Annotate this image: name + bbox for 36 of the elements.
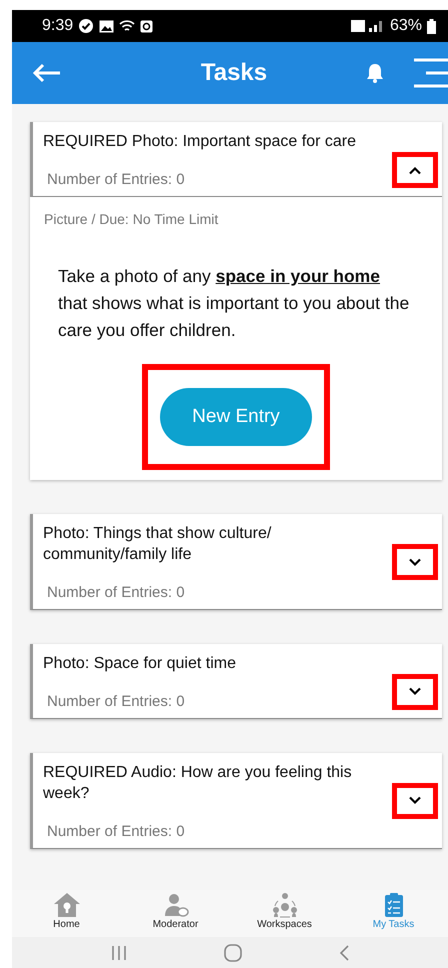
page-title: Tasks — [200, 59, 268, 87]
back-arrow-icon[interactable] — [32, 63, 62, 83]
entries-count: Number of Entries: 0 — [46, 584, 186, 601]
task-meta: Picture / Due: No Time Limit — [44, 211, 220, 227]
entries-count: Number of Entries: 0 — [46, 822, 186, 840]
chevron-toggle[interactable] — [392, 152, 438, 188]
clock-text: 9:39 — [42, 17, 74, 35]
image-icon — [99, 20, 114, 32]
task-title: Photo: Space for quiet time — [43, 654, 237, 674]
entries-count: Number of Entries: 0 — [46, 692, 186, 710]
chevron-down-icon — [408, 796, 422, 806]
back-chevron-icon[interactable] — [338, 944, 350, 962]
task-title: REQUIRED Audio: How are you feeling this week? — [43, 762, 353, 804]
battery-icon — [427, 18, 436, 34]
nav-tab[interactable]: Moderator — [130, 890, 220, 937]
check-circle-icon — [78, 18, 94, 34]
task-title: REQUIRED Photo: Important space for care — [43, 132, 358, 152]
chevron-up-icon — [408, 166, 422, 174]
people-network-icon — [270, 892, 298, 918]
wifi-icon — [119, 19, 136, 33]
chevron-toggle[interactable] — [392, 782, 438, 819]
task-description: Take a photo of any space in your home that shows what is important to you about the care you offer children. — [58, 265, 410, 342]
chevron-down-icon — [408, 687, 422, 696]
entries-count: Number of Entries: 0 — [46, 170, 186, 188]
menu-icon[interactable] — [412, 58, 448, 88]
bell-icon[interactable] — [366, 63, 384, 83]
chevron-down-icon — [408, 558, 422, 567]
nav-tab[interactable]: Home — [22, 890, 112, 937]
battery-text: 63% — [390, 17, 422, 35]
task-title: Photo: Things that show culture/ community/family life — [43, 524, 272, 566]
chevron-toggle[interactable] — [392, 674, 438, 710]
nav-tab[interactable]: Workspaces — [240, 890, 330, 937]
recents-icon[interactable] — [110, 944, 128, 962]
app-icon — [140, 20, 154, 32]
signal-icon — [350, 19, 385, 33]
chevron-toggle[interactable] — [392, 544, 438, 580]
